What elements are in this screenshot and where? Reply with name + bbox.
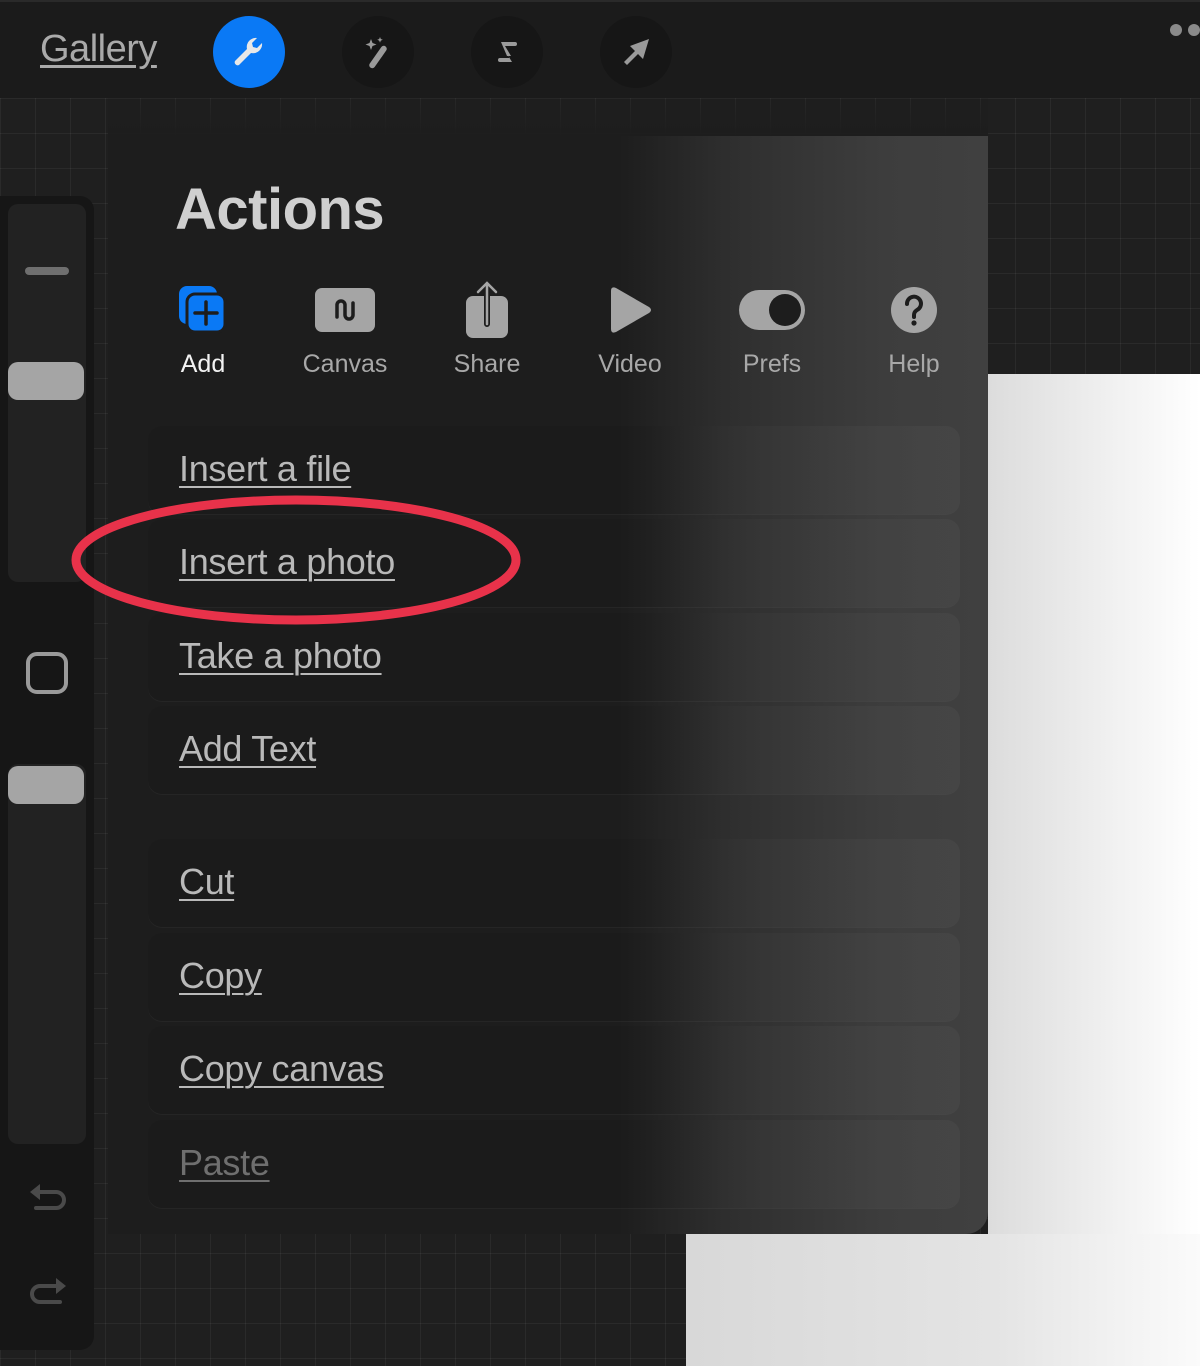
menu-item-insert-photo[interactable]: Insert a photo [148,519,960,607]
tab-label: Prefs [742,350,802,378]
toggle-icon [739,290,805,330]
tab-label: Share [453,350,521,378]
tab-label: Help [888,350,940,378]
menu-item-cut[interactable]: Cut [148,839,960,927]
menu-item-label: Paste [179,1142,270,1183]
adjustments-tool-button[interactable] [342,16,414,88]
canvas-wave-icon [315,288,375,332]
selection-tool-button[interactable] [471,16,543,88]
magic-wand-icon [365,37,387,69]
menu-item-add-text[interactable]: Add Text [148,706,960,794]
play-icon [611,287,651,333]
more-dots-icon[interactable] [1170,24,1200,36]
tab-add[interactable]: Add [143,278,263,388]
menu-item-paste[interactable]: Paste [148,1120,960,1208]
share-icon [466,280,508,338]
menu-item-label: Insert a file [179,448,352,489]
tab-label: Canvas [302,350,388,378]
redo-icon[interactable] [26,1274,70,1314]
tab-prefs[interactable]: Prefs [712,278,832,388]
brush-size-handle[interactable] [8,362,84,400]
opacity-slider[interactable] [8,764,86,1144]
menu-item-insert-file[interactable]: Insert a file [148,426,960,514]
menu-item-copy-canvas[interactable]: Copy canvas [148,1026,960,1114]
opacity-handle[interactable] [8,766,84,804]
tab-share[interactable]: Share [427,278,547,388]
panel-top-edge [108,98,988,136]
top-toolbar: Gallery [0,0,1200,98]
menu-item-label: Copy canvas [179,1048,384,1089]
dash-icon [25,267,69,275]
menu-item-label: Add Text [179,728,317,769]
tab-canvas[interactable]: Canvas [285,278,405,388]
tab-label: Add [180,350,226,378]
tab-video[interactable]: Video [570,278,690,388]
wrench-icon [234,37,263,66]
menu-item-copy[interactable]: Copy [148,933,960,1021]
gallery-button[interactable]: Gallery [40,28,157,71]
transform-tool-button[interactable] [600,16,672,88]
drawing-canvas[interactable] [988,374,1200,1366]
menu-item-label: Copy [179,955,262,996]
tab-help[interactable]: Help [854,278,974,388]
actions-tool-button[interactable] [213,16,285,88]
menu-item-label: Take a photo [179,635,382,676]
selection-s-icon [498,42,517,62]
menu-item-label: Insert a photo [179,541,395,582]
arrow-cursor-icon [624,39,649,65]
undo-icon[interactable] [26,1180,70,1220]
drawing-canvas-lower[interactable] [686,1234,1200,1366]
question-icon [891,287,937,333]
panel-title: Actions [175,177,385,242]
add-layers-icon [179,286,227,334]
menu-item-label: Cut [179,861,235,902]
square-icon[interactable] [26,652,68,694]
tab-label: Video [598,350,662,378]
menu-item-take-photo[interactable]: Take a photo [148,613,960,701]
